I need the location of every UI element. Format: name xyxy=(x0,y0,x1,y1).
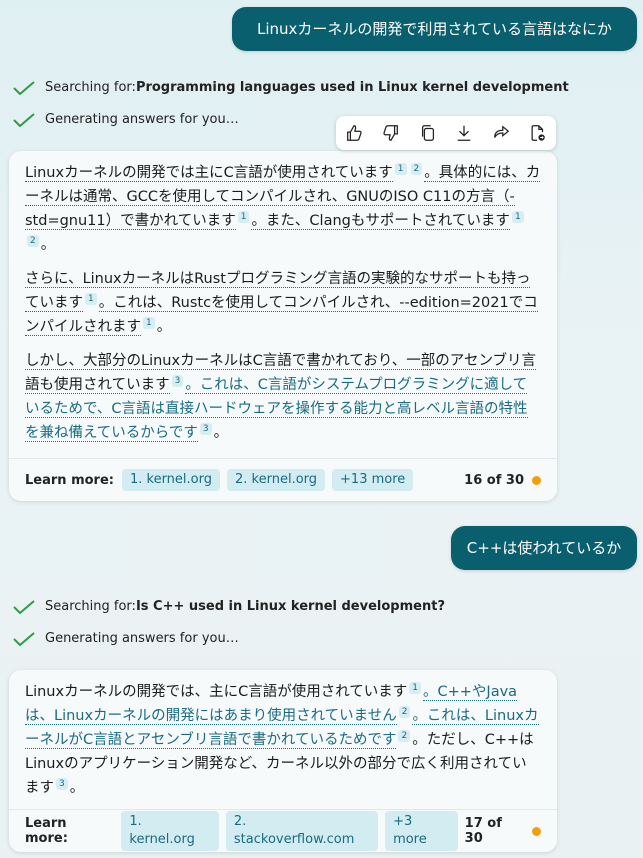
search-status: Searching for: Is C++ used in Linux kern… xyxy=(13,599,445,614)
citation-badge[interactable]: 1 xyxy=(143,317,155,330)
answer-text: 。 xyxy=(213,425,229,441)
search-query: Is C++ used in Linux kernel development? xyxy=(135,599,445,614)
answer-text: 。また、Clangもサポートされています xyxy=(251,213,510,230)
search-prefix: Searching for: xyxy=(45,80,136,95)
thumbs-down-icon xyxy=(383,125,398,141)
search-query: Programming languages used in Linux kern… xyxy=(135,80,569,95)
response-count-text: 16 of 30 xyxy=(464,472,524,488)
share-icon xyxy=(494,125,510,138)
citation-badge[interactable]: 3 xyxy=(171,375,184,388)
citation-badge[interactable]: 1 xyxy=(394,163,407,176)
export-icon xyxy=(531,125,545,141)
answer-text: Linuxカーネルの開発では主にC言語が使用されています xyxy=(25,165,393,182)
answer-text: 。 xyxy=(40,237,56,253)
download-icon xyxy=(457,125,471,141)
user-message: Linuxカーネルの開発で利用されている言語はなにか xyxy=(232,7,637,51)
status-dot xyxy=(532,826,541,836)
check-icon xyxy=(13,80,35,95)
more-sources-link[interactable]: +13 more xyxy=(332,469,414,491)
answer-card: Linuxカーネルの開発では、主にC言語が使用されています 1 。C++やJavaは… xyxy=(9,670,557,852)
citation-badge[interactable]: 2 xyxy=(410,163,423,176)
response-count: 16 of 30 xyxy=(464,473,541,488)
check-icon xyxy=(13,599,35,614)
learn-more-label: Learn more: xyxy=(25,472,114,488)
answer-paragraph: さらに、LinuxカーネルはRustプログラミング言語の実験的なサポートも持って… xyxy=(25,267,541,339)
source-link[interactable]: 1. kernel.org xyxy=(121,811,219,851)
status-dot xyxy=(532,475,541,485)
citation-badge[interactable]: 1 xyxy=(85,293,97,306)
user-message-text: Linuxカーネルの開発で利用されている言語はなにか xyxy=(257,20,612,38)
source-link[interactable]: 2. stackoverflow.com xyxy=(225,811,379,851)
export-button[interactable] xyxy=(526,121,550,145)
citation-badge[interactable]: 2 xyxy=(398,730,411,743)
citation-badge[interactable]: 3 xyxy=(56,778,68,791)
more-sources-link[interactable]: +3 more xyxy=(385,811,458,851)
learn-more-label: Learn more: xyxy=(25,816,68,846)
answer-toolbar xyxy=(336,116,556,150)
citation-badge[interactable]: 3 xyxy=(199,423,212,436)
search-status: Searching for: Programming languages use… xyxy=(13,80,569,95)
answer-text: Linuxカーネルの開発では、主にC言語が使用されています xyxy=(25,684,408,700)
answer-text: 。 xyxy=(69,780,85,796)
search-prefix: Searching for: xyxy=(45,599,136,614)
answer-paragraph: しかし、大部分のLinuxカーネルはC言語で書かれており、一部のアセンブリ言語も… xyxy=(25,349,541,445)
source-link[interactable]: 2. kernel.org xyxy=(227,469,326,491)
like-button[interactable] xyxy=(342,121,366,145)
citation-badge[interactable]: 2 xyxy=(27,235,39,248)
dislike-button[interactable] xyxy=(379,121,403,145)
answer-paragraph: Linuxカーネルの開発では主にC言語が使用されています 1 2 。具体的には、カーネ… xyxy=(25,161,541,257)
answer-card: Linuxカーネルの開発では主にC言語が使用されています 1 2 。具体的には、カーネ… xyxy=(9,151,557,501)
learn-more-bar: Learn more: 1. kernel.org 2. kernel.org … xyxy=(9,458,557,501)
citation-badge[interactable]: 2 xyxy=(398,706,411,719)
generating-status: Generating answers for you… xyxy=(13,631,239,646)
copy-button[interactable] xyxy=(416,121,440,145)
response-count-text: 17 of 30 xyxy=(464,816,502,846)
generating-status: Generating answers for you… xyxy=(13,112,239,127)
answer-paragraph: Linuxカーネルの開発では、主にC言語が使用されています 1 。C++やJavaは… xyxy=(25,680,541,800)
answer-text: 。これは、Rustcを使用してコンパイルされ、--edition=2021でコン… xyxy=(25,295,538,336)
learn-more-bar: Learn more: 1. kernel.org 2. stackoverfl… xyxy=(9,809,557,852)
share-button[interactable] xyxy=(489,121,513,145)
response-count: 17 of 30 xyxy=(465,816,541,846)
generating-text: Generating answers for you… xyxy=(45,112,239,127)
citation-badge[interactable]: 1 xyxy=(511,211,524,224)
check-icon xyxy=(13,112,35,127)
citation-badge[interactable]: 1 xyxy=(237,211,250,224)
source-link[interactable]: 1. kernel.org xyxy=(121,469,220,491)
user-message-text: C++は使われているか xyxy=(466,539,622,557)
user-message: C++は使われているか xyxy=(451,526,637,570)
answer-text: 。 xyxy=(156,319,172,335)
check-icon xyxy=(13,631,35,646)
citation-badge[interactable]: 1 xyxy=(409,682,421,695)
thumbs-up-icon xyxy=(347,125,362,141)
copy-icon xyxy=(421,125,434,141)
download-button[interactable] xyxy=(452,121,476,145)
generating-text: Generating answers for you… xyxy=(45,631,239,646)
